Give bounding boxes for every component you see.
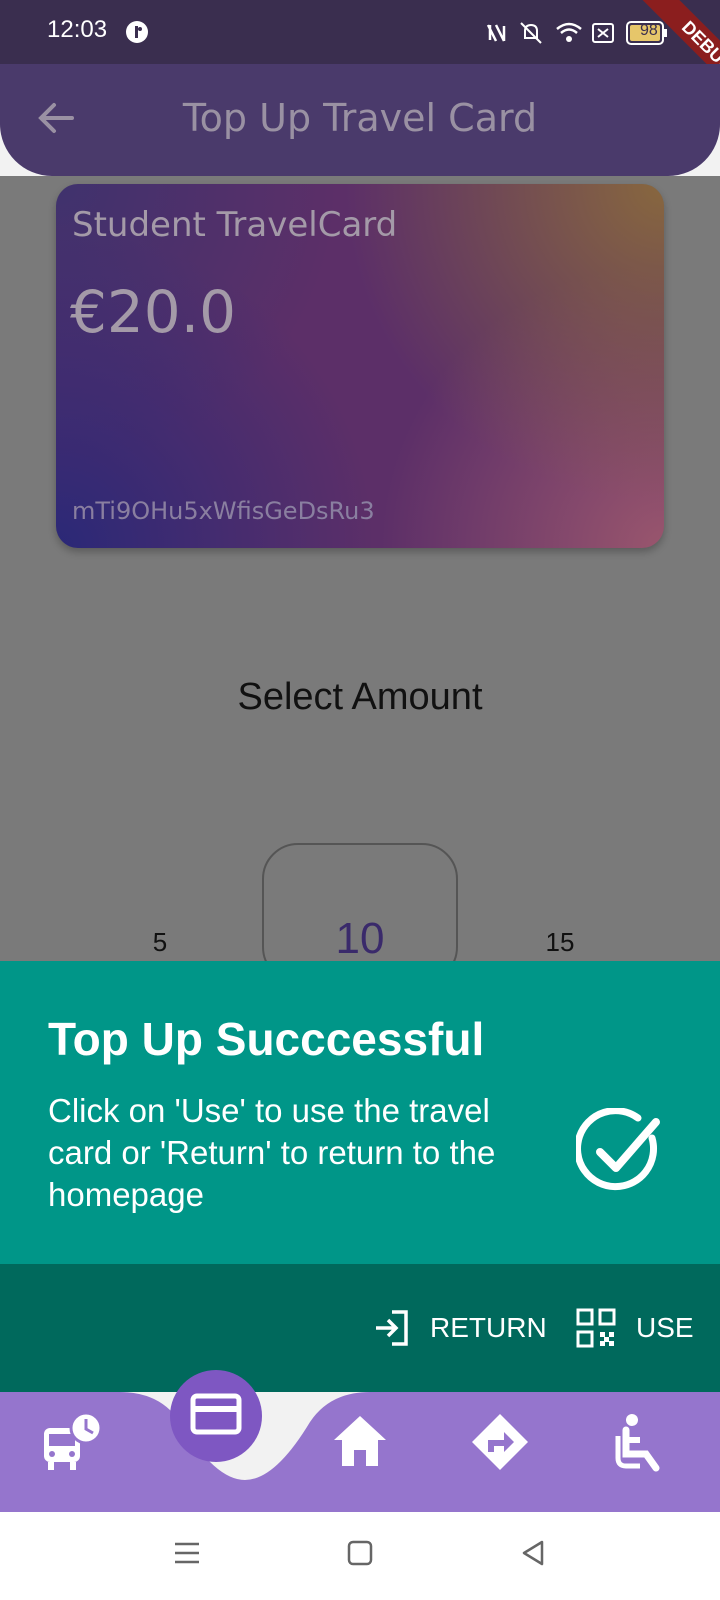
snackbar-message: Click on 'Use' to use the travel card or…: [48, 1092, 496, 1213]
amount-option-15[interactable]: 15: [530, 927, 590, 958]
status-time: 12:03: [47, 16, 108, 43]
card-id: mTi9OHu5xWfisGeDsRu3: [72, 497, 375, 525]
page-title: Top Up Travel Card: [182, 96, 538, 140]
use-button[interactable]: USE: [576, 1306, 694, 1350]
directions-icon[interactable]: [468, 1410, 532, 1474]
snackbar-title: Top Up Succcessful: [48, 1013, 485, 1065]
select-amount-heading: Select Amount: [237, 676, 483, 718]
return-label: RETURN: [430, 1312, 547, 1343]
card-balance: €20.0: [70, 278, 237, 346]
card-icon: [190, 1393, 242, 1435]
wifi-icon: [556, 22, 582, 42]
amount-option-5[interactable]: 5: [140, 927, 180, 958]
home-icon[interactable]: [328, 1410, 392, 1474]
amount-option-selected[interactable]: 10: [262, 914, 458, 964]
use-label: USE: [636, 1312, 694, 1343]
nfc-icon: [486, 24, 506, 42]
accessibility-icon[interactable]: [610, 1410, 674, 1474]
login-icon: [376, 1310, 408, 1346]
home-button-icon[interactable]: [345, 1538, 375, 1568]
recents-menu-icon[interactable]: [172, 1538, 202, 1568]
check-circle-icon: [576, 1108, 660, 1191]
return-button[interactable]: RETURN: [372, 1306, 547, 1350]
card-name: Student TravelCard: [72, 205, 398, 245]
back-button-icon[interactable]: [518, 1538, 548, 1568]
app-notification-icon: [126, 21, 148, 43]
qr-code-icon: [576, 1308, 616, 1348]
mute-icon: [520, 22, 542, 44]
bus-schedule-icon[interactable]: [40, 1410, 104, 1474]
